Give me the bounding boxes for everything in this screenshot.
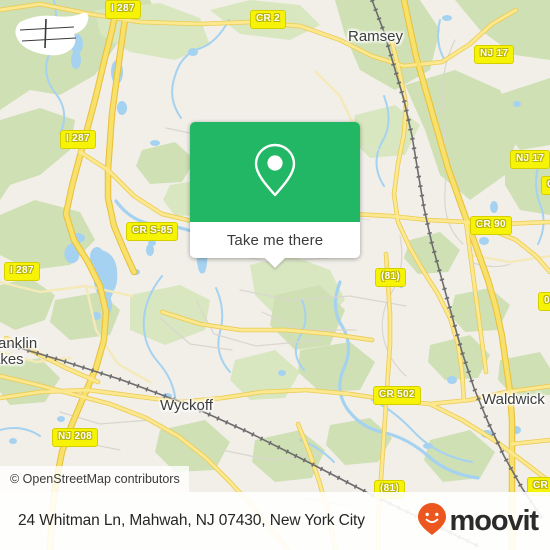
moovit-logo[interactable]: moovit <box>417 502 540 541</box>
road-shield: CR 90 <box>470 216 512 235</box>
map-pin-icon <box>253 142 297 203</box>
road-shield: CR 2 <box>250 10 286 29</box>
road-shield: I 287 <box>105 0 141 19</box>
road-shield: NJ 17 <box>474 45 515 64</box>
road-shield: I 287 <box>60 130 96 149</box>
location-popup[interactable]: Take me there <box>190 122 360 268</box>
place-label: akes <box>0 351 24 368</box>
moovit-smiley-pin-icon <box>417 502 447 541</box>
osm-attribution[interactable]: © OpenStreetMap contributors <box>0 466 189 492</box>
moovit-wordmark: moovit <box>449 504 540 537</box>
bottom-bar: 24 Whitman Ln, Mahwah, NJ 07430, New Yor… <box>0 492 550 550</box>
place-label: Waldwick <box>482 391 545 408</box>
road-shield: (81) <box>375 268 406 287</box>
road-shield: C <box>541 176 550 195</box>
take-me-there-button[interactable]: Take me there <box>227 232 323 249</box>
road-shield: CR S-85 <box>126 222 179 241</box>
address-label: 24 Whitman Ln, Mahwah, NJ 07430, New Yor… <box>18 512 365 529</box>
popup-footer[interactable]: Take me there <box>190 222 360 268</box>
road-shield: 0 <box>538 292 550 311</box>
map-screenshot: .grn { fill:#cfe0b4; } .grn2 { fill:#d8e… <box>0 0 550 550</box>
place-label: Ramsey <box>348 28 404 45</box>
road-shield: NJ 17 <box>510 150 550 169</box>
popup-tail-pointer <box>265 258 285 268</box>
road-shield: I 287 <box>4 262 40 281</box>
road-shield: CR 502 <box>373 386 421 405</box>
place-label: Wyckoff <box>160 397 213 414</box>
place-label: anklin <box>0 335 38 352</box>
road-shield: NJ 208 <box>52 428 99 447</box>
popup-header <box>190 122 360 222</box>
